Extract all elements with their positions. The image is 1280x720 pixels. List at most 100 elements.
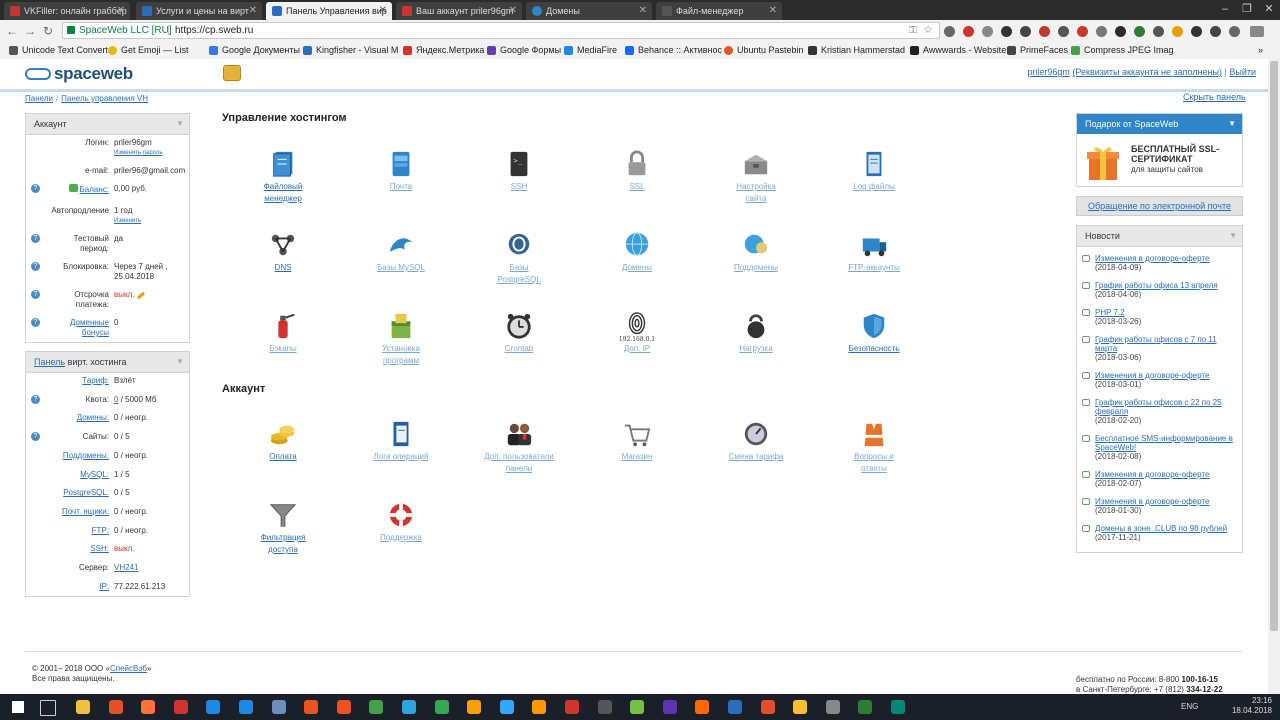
extension-icon[interactable]	[1153, 26, 1164, 37]
tile-label[interactable]: Смена тарифа	[729, 452, 784, 461]
news-item[interactable]: Домены в зоне .CLUB по 98 рублей (2017-11…	[1082, 524, 1235, 542]
bookmark-item[interactable]: Яндекс.Метрика	[403, 42, 484, 59]
email-contact-button[interactable]: Обращение по электронной почте	[1076, 196, 1243, 216]
tile-dns[interactable]: DNS	[233, 231, 333, 274]
minimize-window-icon[interactable]: –	[1214, 0, 1236, 20]
extension-icon[interactable]	[1134, 26, 1145, 37]
tile-label[interactable]: Фильтрация	[261, 533, 306, 542]
taskbar-app-icon[interactable]	[239, 700, 253, 714]
tile-label[interactable]: Оплата	[269, 452, 297, 461]
tile-label[interactable]: Безопасность	[848, 344, 899, 353]
bookmark-item[interactable]: Google Формы	[487, 42, 561, 59]
extension-icon[interactable]	[982, 26, 993, 37]
browser-tab[interactable]: Файл-менеджер ✕	[656, 2, 782, 20]
help-icon[interactable]: ?	[31, 290, 40, 299]
extension-icon[interactable]	[1001, 26, 1012, 37]
browser-tab[interactable]: Домены ✕	[526, 2, 652, 20]
close-tab-icon[interactable]: ✕	[769, 2, 777, 20]
tile-support[interactable]: Поддержка	[351, 501, 451, 544]
taskbar-app-icon[interactable]	[173, 700, 188, 714]
tile-label[interactable]: Логи операций	[374, 452, 429, 461]
hosting-row-label[interactable]: Почт. ящики:	[62, 507, 109, 517]
reload-icon[interactable]: ↻	[40, 23, 56, 39]
taskbar-app-icon[interactable]	[499, 700, 514, 714]
back-arrow-icon[interactable]: ←	[4, 23, 20, 39]
news-title-link[interactable]: График работы офиса 13 апреля	[1095, 281, 1218, 290]
autorenew-change-link[interactable]: Изменить	[114, 216, 141, 226]
close-tab-icon[interactable]: ✕	[249, 2, 257, 20]
close-tab-icon[interactable]: ✕	[509, 2, 517, 20]
close-tab-icon[interactable]: ✕	[379, 2, 387, 20]
taskbar-app-icon[interactable]	[76, 700, 90, 714]
taskbar-app-icon[interactable]	[891, 700, 905, 714]
taskbar-app-icon[interactable]	[402, 700, 416, 714]
tile-extra-users[interactable]: Доп. пользователи панели	[469, 420, 569, 475]
domain-bonus-link[interactable]: Доменные бонусы	[70, 318, 109, 338]
news-title-link[interactable]: График работы офисов с 7 по 11 марта	[1095, 335, 1217, 353]
taskbar-app-icon[interactable]	[597, 700, 612, 714]
extension-icon[interactable]	[1229, 26, 1240, 37]
close-tab-icon[interactable]: ✕	[639, 2, 647, 20]
tile-crontab[interactable]: Crontab	[469, 312, 569, 355]
tile-label[interactable]: SSH	[511, 182, 527, 191]
tile-label[interactable]: панели	[506, 464, 533, 473]
taskbar-app-icon[interactable]	[304, 700, 319, 714]
news-title-link[interactable]: График работы офисов с 22 по 25 февраля	[1095, 398, 1222, 416]
extension-icon[interactable]	[1039, 26, 1050, 37]
extension-icon[interactable]	[944, 26, 955, 37]
tile-label[interactable]: FTP-аккаунты	[848, 263, 900, 272]
tile-extra-ip[interactable]: 192.168.0.1 Доп. IP	[587, 312, 687, 355]
extension-icon[interactable]	[1096, 26, 1107, 37]
extension-icon[interactable]	[1210, 26, 1221, 37]
close-window-icon[interactable]: ✕	[1258, 0, 1280, 20]
news-item[interactable]: Изменения в договоре-оферте (2018-02-07)	[1082, 470, 1235, 488]
taskbar-app-icon[interactable]	[467, 700, 482, 714]
help-icon[interactable]: ?	[31, 432, 40, 442]
hosting-row-label[interactable]: PostgreSQL:	[63, 488, 109, 498]
pencil-icon[interactable]	[137, 291, 146, 300]
collapse-arrow-icon[interactable]: ▼	[176, 114, 184, 134]
tile-faq[interactable]: Вопросы и ответы	[824, 420, 924, 475]
tile-label[interactable]: Файловый	[264, 182, 303, 191]
hosting-row-label[interactable]: FTP:	[92, 526, 109, 536]
gift-panel-header[interactable]: Подарок от SpaceWeb ▼	[1077, 114, 1242, 134]
balance-link[interactable]: Баланс:	[80, 185, 109, 194]
bookmark-item[interactable]: Behance :: Активнос	[625, 42, 722, 59]
tile-ssl[interactable]: SSL	[587, 150, 687, 193]
news-title-link[interactable]: Бесплатное SMS-информирование в SpaceWeb…	[1095, 434, 1233, 452]
hosting-row-label[interactable]: Домены:	[77, 413, 109, 423]
browser-tab-active[interactable]: Панель Управления вир ✕	[266, 2, 392, 20]
tile-ssh[interactable]: >_ SSH	[469, 150, 569, 193]
tile-backups[interactable]: Бэкапы	[233, 312, 333, 355]
news-title-link[interactable]: Изменения в договоре-оферте	[1095, 371, 1209, 380]
spaceweb-logo[interactable]: spaceweb	[25, 64, 133, 84]
hosting-row-label[interactable]: SSH:	[90, 544, 109, 554]
tile-access-filter[interactable]: Фильтрация доступа	[233, 501, 333, 556]
taskbar-app-icon[interactable]	[369, 700, 384, 714]
news-title-link[interactable]: Изменения в договоре-оферте	[1095, 470, 1209, 479]
account-panel-header[interactable]: Аккаунт ▼	[26, 114, 189, 135]
hosting-row-label[interactable]: Поддомены:	[63, 451, 109, 461]
tile-site-settings[interactable]: Настройка сайта	[706, 150, 806, 205]
tile-label[interactable]: программ	[383, 356, 419, 365]
bookmark-item[interactable]: MediaFire	[564, 42, 617, 59]
tile-label[interactable]: сайта	[746, 194, 767, 203]
news-item[interactable]: PHP 7.2 (2018-03-26)	[1082, 308, 1235, 326]
help-icon[interactable]: ?	[31, 394, 40, 404]
tile-payment[interactable]: Оплата	[233, 420, 333, 463]
taskbar-app-icon[interactable]	[434, 700, 449, 714]
taskbar-app-icon[interactable]	[630, 700, 645, 714]
url-text[interactable]: https://cp.sweb.ru	[175, 23, 253, 38]
hosting-panel-link[interactable]: Панель	[34, 357, 65, 367]
bookmark-item[interactable]: Ubuntu Pastebin	[724, 42, 804, 59]
tile-label[interactable]: Вопросы и	[854, 452, 893, 461]
logout-link[interactable]: Выйти	[1229, 67, 1256, 77]
news-title-link[interactable]: Изменения в договоре-оферте	[1095, 497, 1209, 506]
tile-file-manager[interactable]: Файловый менеджер	[233, 150, 333, 205]
taskbar-app-icon[interactable]	[825, 700, 840, 714]
address-bar[interactable]: SpaceWeb LLC [RU] | https://cp.sweb.ru ⚿…	[62, 22, 940, 39]
bookmark-item[interactable]: Get Emoji — List	[108, 42, 189, 59]
browser-tab[interactable]: Услуги и цены на вирт ✕	[136, 2, 262, 20]
taskbar-app-icon[interactable]	[565, 700, 579, 714]
tile-label[interactable]: Нагрузка	[739, 344, 772, 353]
